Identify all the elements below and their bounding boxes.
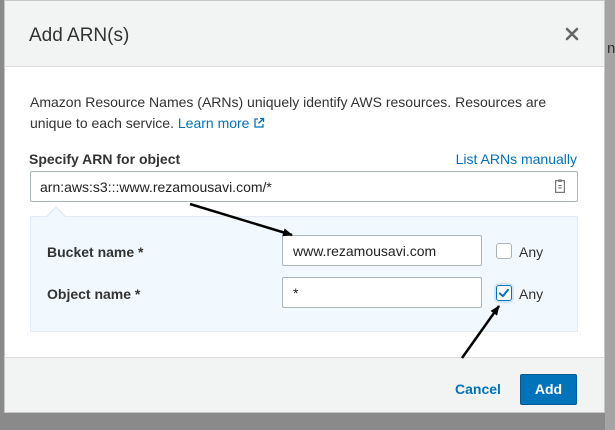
arn-input[interactable]: arn:aws:s3:::www.rezamousavi.com/* (30, 171, 578, 202)
bucket-name-value[interactable]: www.rezamousavi.com (293, 243, 436, 259)
panel-pointer-fill (46, 208, 66, 218)
object-name-label: Object name * (47, 286, 141, 302)
object-name-value[interactable]: * (293, 285, 298, 301)
dialog-title: Add ARN(s) (29, 25, 130, 46)
dialog-header: Add ARN(s) (5, 1, 604, 67)
learn-more-label[interactable]: Learn more (178, 115, 250, 131)
arn-field-label: Specify ARN for object (29, 151, 181, 167)
dialog-footer (5, 357, 604, 412)
clipboard-icon[interactable] (555, 179, 565, 193)
arn-details-panel (30, 216, 578, 332)
checkmark-icon (499, 288, 509, 298)
dialog-description: Amazon Resource Names (ARNs) uniquely id… (30, 92, 590, 134)
close-icon[interactable] (565, 27, 579, 41)
arn-input-value[interactable]: arn:aws:s3:::www.rezamousavi.com/* (40, 179, 272, 195)
object-any-label[interactable]: Any (519, 286, 543, 302)
add-arn-dialog: Add ARN(s) Amazon Resource Names (ARNs) … (4, 0, 605, 413)
bucket-any-label[interactable]: Any (519, 244, 543, 260)
learn-more-link[interactable]: Learn more (178, 115, 266, 131)
object-name-input[interactable]: * (282, 277, 482, 308)
object-any-checkbox[interactable] (496, 285, 512, 301)
bucket-any-checkbox[interactable] (496, 243, 512, 259)
description-text: Amazon Resource Names (ARNs) uniquely id… (30, 94, 547, 131)
external-link-icon[interactable] (253, 117, 265, 129)
cancel-button[interactable]: Cancel (455, 381, 501, 397)
add-button[interactable]: Add (520, 374, 577, 405)
bucket-name-label: Bucket name * (47, 244, 144, 260)
background-partial-text: n J (607, 40, 615, 57)
list-arns-manually-link[interactable]: List ARNs manually (456, 151, 577, 167)
background-page-edge (605, 0, 615, 430)
bucket-name-input[interactable]: www.rezamousavi.com (282, 235, 482, 266)
